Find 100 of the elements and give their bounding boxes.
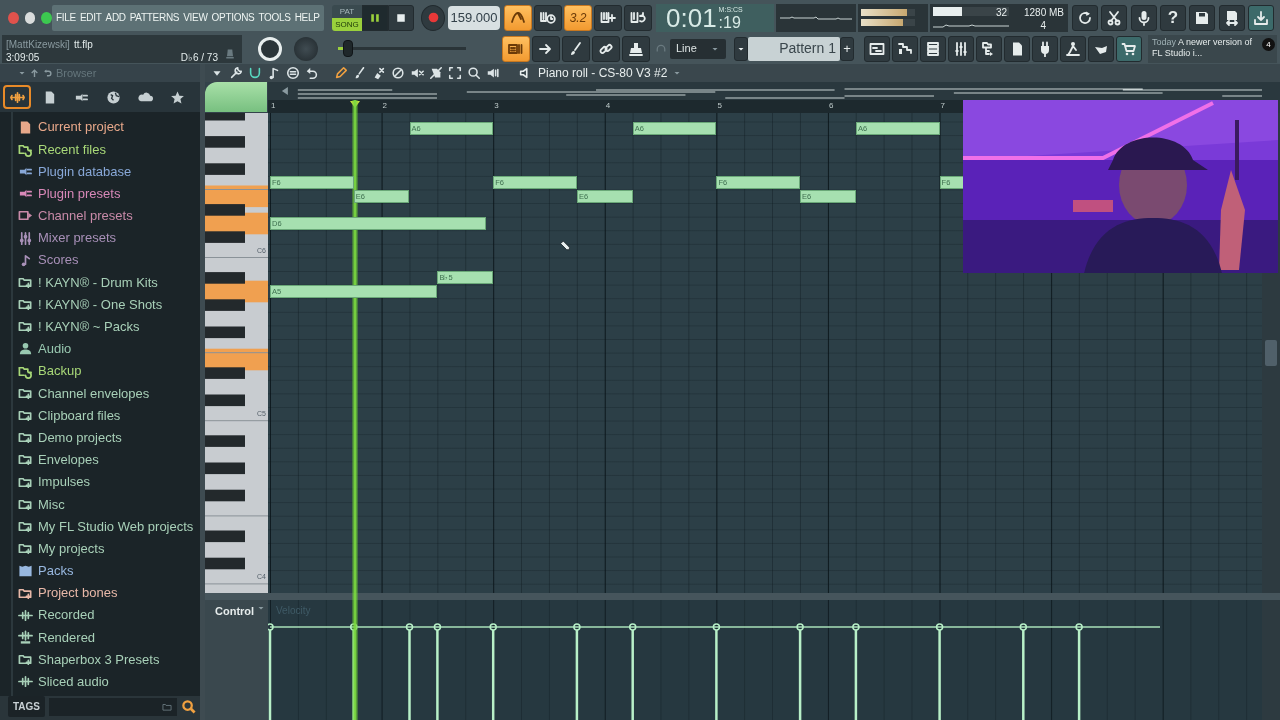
menu-item[interactable]: TOOLS <box>257 10 292 25</box>
menu-item[interactable]: EDIT <box>78 10 103 25</box>
microphone-button[interactable] <box>1130 4 1157 31</box>
browser-item[interactable]: Plugin presets <box>13 182 200 205</box>
browser-tab[interactable] <box>3 85 31 109</box>
browser-item[interactable]: Backup <box>13 360 200 383</box>
scrollbar-thumb[interactable] <box>1265 340 1277 366</box>
browser-item[interactable]: Impulses <box>13 471 200 494</box>
browser-item[interactable]: Mixer presets <box>13 226 200 250</box>
channel-list-button[interactable] <box>920 35 946 62</box>
menu-item[interactable]: PATTERNS <box>128 10 181 25</box>
browser-item[interactable]: ! KAYN® ~ Packs <box>13 315 200 338</box>
browser-item[interactable]: Packs <box>13 559 200 582</box>
tag-search-field[interactable] <box>49 697 177 716</box>
playhead[interactable] <box>352 100 358 720</box>
link-button[interactable] <box>592 35 620 62</box>
record-step-button[interactable] <box>594 4 622 31</box>
plug-button[interactable] <box>1032 35 1058 62</box>
select-tool[interactable] <box>447 65 463 81</box>
add-pattern-button[interactable]: + <box>840 36 854 61</box>
browser-item[interactable]: Project bones <box>13 581 200 605</box>
window-control-button[interactable] <box>24 11 36 24</box>
velocity-bar[interactable] <box>349 623 358 720</box>
menu-item[interactable]: ADD <box>104 10 127 25</box>
browser-item[interactable]: Clipboard files <box>13 404 200 427</box>
folder-tree-button[interactable] <box>976 35 1002 62</box>
browser-item[interactable]: ! KAYN® - Drum Kits <box>13 271 200 294</box>
back-arrow-icon[interactable] <box>43 68 52 78</box>
wait-clock-button[interactable] <box>534 4 562 31</box>
refresh-button[interactable] <box>1072 4 1098 31</box>
browser-item[interactable]: Recent files <box>13 138 200 161</box>
scissors-button[interactable] <box>1101 4 1128 31</box>
menu-item[interactable]: OPTIONS <box>210 10 256 25</box>
browser-item[interactable]: Sliced audio <box>13 670 200 693</box>
options-tool[interactable] <box>285 65 301 81</box>
browser-item[interactable]: ! KAYN® - One Shots <box>13 293 200 316</box>
control-menu[interactable]: Control <box>215 603 255 620</box>
browser-item[interactable]: Audio <box>13 337 200 361</box>
countdown-button[interactable]: 3.2 <box>564 4 592 31</box>
velocity-bar[interactable] <box>935 623 944 720</box>
menu-item[interactable]: FILE <box>55 10 77 25</box>
velocity-bar[interactable] <box>489 623 497 720</box>
browser-item[interactable]: My projects <box>13 537 200 560</box>
save-as-button[interactable] <box>1218 4 1245 31</box>
arrow-button[interactable] <box>532 35 560 62</box>
playlist-button[interactable] <box>864 35 890 62</box>
magnet-tool[interactable] <box>247 65 263 81</box>
typing-keyboard-button[interactable] <box>502 35 530 62</box>
timeline-ruler[interactable]: 1 2 3 4 5 6 7 <box>268 100 963 113</box>
browser-item[interactable]: Misc <box>13 493 200 516</box>
pattern-song-switch[interactable]: PAT SONG <box>332 4 362 31</box>
play-button[interactable] <box>362 4 388 31</box>
mode-option[interactable]: PAT <box>332 4 362 18</box>
velocity-bar[interactable] <box>796 623 804 720</box>
volume-knob[interactable] <box>258 36 282 61</box>
document-button[interactable] <box>1004 35 1030 62</box>
velocity-bar[interactable] <box>1075 623 1083 720</box>
brush-button[interactable] <box>562 35 590 62</box>
stop-button[interactable] <box>388 4 414 31</box>
zoom-handle[interactable] <box>205 82 267 112</box>
velocity-bar[interactable] <box>1019 623 1028 720</box>
forbid-tool[interactable] <box>390 65 406 81</box>
help-button[interactable]: ? <box>1160 4 1186 31</box>
cart-button[interactable] <box>1116 35 1142 62</box>
browser-item[interactable]: Demo projects <box>13 426 200 449</box>
stamp-button[interactable] <box>622 35 650 62</box>
caret-icon[interactable] <box>18 69 26 77</box>
loop-record-button[interactable] <box>624 4 652 31</box>
browser-item[interactable]: Channel presets <box>13 204 200 227</box>
save-button[interactable] <box>1189 4 1216 31</box>
window-control-button[interactable] <box>41 11 52 24</box>
pointing-figure-button[interactable] <box>1060 35 1086 62</box>
slice-tool[interactable] <box>428 65 444 81</box>
caret-icon[interactable] <box>673 69 682 77</box>
news-panel[interactable]: Today A newer version of FL Studio i... 4 <box>1148 34 1277 63</box>
metronome-button[interactable] <box>504 4 532 31</box>
velocity-bar[interactable] <box>628 623 637 720</box>
record-button[interactable] <box>421 4 445 31</box>
tempo-field[interactable]: 159.000 <box>448 5 500 30</box>
browser-item[interactable]: Envelopes <box>13 448 200 471</box>
browser-item[interactable]: Channel envelopes <box>13 382 200 405</box>
up-arrow-icon[interactable] <box>30 68 39 78</box>
velocity-bar[interactable] <box>405 623 414 720</box>
velocity-bar[interactable] <box>852 623 860 720</box>
tags-button[interactable]: TAGS <box>8 696 46 717</box>
browser-item[interactable]: Recorded <box>13 604 200 627</box>
browser-item[interactable]: Plugin database <box>13 160 200 183</box>
step-sequencer-button[interactable] <box>892 35 918 62</box>
search-icon[interactable] <box>181 699 196 714</box>
browser-item[interactable]: Scores <box>13 249 200 272</box>
pencil-tool[interactable] <box>333 65 349 81</box>
scrollbar-track[interactable] <box>1262 600 1280 720</box>
zoom-tool[interactable] <box>466 65 482 81</box>
browser-item[interactable]: My FL Studio Web projects <box>13 515 200 538</box>
browser-item[interactable]: Shaperbox 3 Presets <box>13 648 200 671</box>
velocity-bar[interactable] <box>268 623 274 720</box>
velocity-bar[interactable] <box>433 623 442 720</box>
slider-thumb[interactable] <box>343 40 354 57</box>
snap-dropdown[interactable]: Line <box>670 38 726 59</box>
menu-item[interactable]: VIEW <box>182 10 209 25</box>
